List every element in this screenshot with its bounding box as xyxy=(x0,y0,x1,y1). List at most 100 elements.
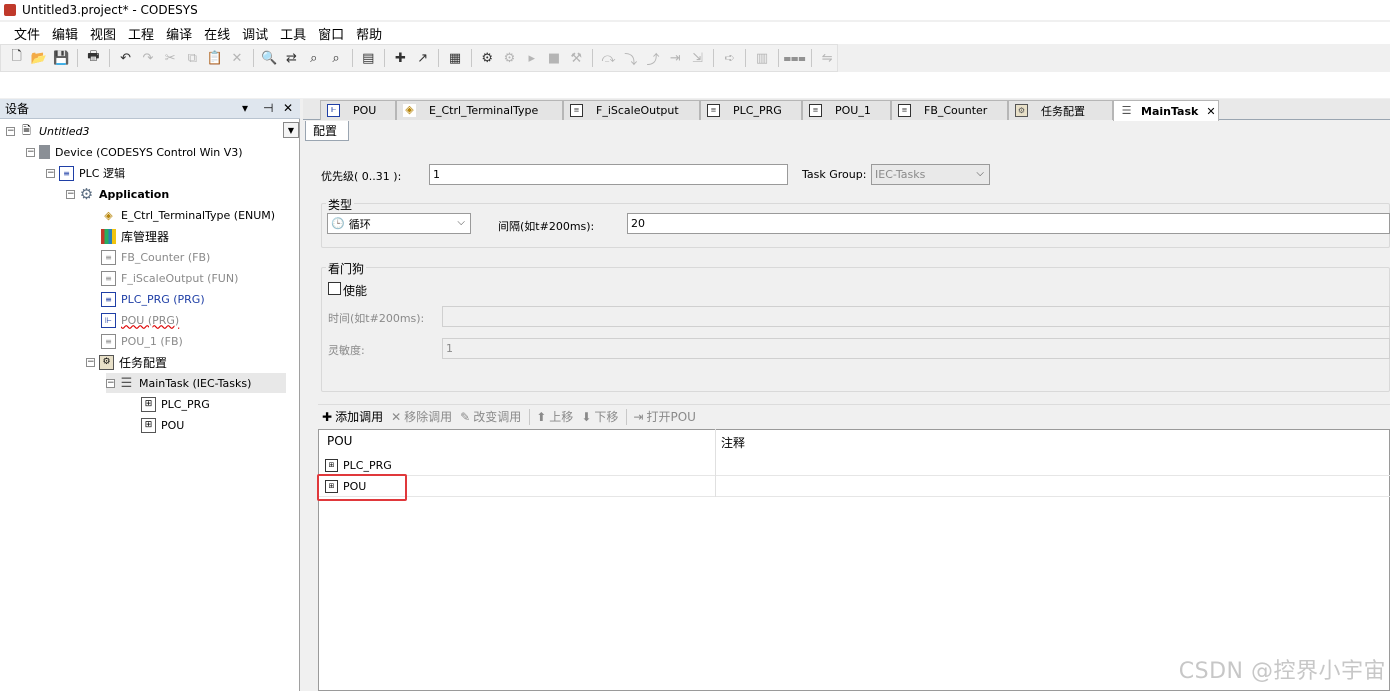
tab-f-iscaleoutput[interactable]: ≡ F_iScaleOutput xyxy=(563,100,700,120)
pin-icon[interactable]: ⊣ xyxy=(263,101,273,115)
tree-node-fb-counter[interactable]: ≡ FB_Counter (FB) xyxy=(101,247,210,267)
tab-pou-1[interactable]: ≡ POU_1 xyxy=(802,100,891,120)
menu-file[interactable]: 文件 xyxy=(8,24,46,43)
flow-control-icon[interactable]: ⇋ xyxy=(818,48,837,68)
cut-icon[interactable]: ✂ xyxy=(161,48,180,68)
menu-edit[interactable]: 编辑 xyxy=(46,24,84,43)
collapse-icon[interactable]: − xyxy=(26,147,35,157)
subtab-config[interactable]: 配置 xyxy=(305,121,349,141)
tab-maintask[interactable]: ☰ MainTask ✕ xyxy=(1113,100,1219,121)
redo-icon[interactable]: ↷ xyxy=(138,48,157,68)
devices-pane-title: 设备 xyxy=(5,102,30,116)
menu-build[interactable]: 编译 xyxy=(160,24,198,43)
add-call-button[interactable]: ✚ 添加调用 xyxy=(322,408,383,425)
pane-dropdown-icon[interactable]: ▾ xyxy=(242,101,248,115)
column-header-pou[interactable]: POU xyxy=(327,434,352,448)
save-icon[interactable]: 💾 xyxy=(52,48,71,68)
program-icon: ≡ xyxy=(101,291,116,307)
undo-icon[interactable]: ↶ xyxy=(116,48,135,68)
find-icon[interactable]: 🔍 xyxy=(260,48,279,68)
delete-icon[interactable]: ✕ xyxy=(227,48,246,68)
tree-node-device[interactable]: − Device (CODESYS Control Win V3) xyxy=(26,142,243,162)
tree-node-library-manager[interactable]: 库管理器 xyxy=(101,226,169,246)
watchdog-enable-checkbox[interactable] xyxy=(328,282,341,295)
collapse-icon[interactable]: − xyxy=(6,126,15,136)
reset-icon[interactable]: ⚒ xyxy=(567,48,586,68)
logout-icon[interactable]: ⚙ xyxy=(500,48,519,68)
build-icon[interactable]: ▦ xyxy=(445,48,464,68)
tree-node-call-plc-prg[interactable]: ⊞ PLC_PRG xyxy=(141,394,210,414)
paste-icon[interactable]: 📋 xyxy=(205,48,224,68)
menu-project[interactable]: 工程 xyxy=(122,24,160,43)
main-toolbar: 🗋 📂 💾 🖶 ↶ ↷ ✂ ⧉ 📋 ✕ 🔍 ⇄ ⌕ ⌕ ▤ ✚ ↗ ▦ ⚙ ⚙ … xyxy=(0,44,838,72)
stop-icon[interactable]: ■ xyxy=(544,48,563,68)
collapse-icon[interactable]: − xyxy=(46,168,55,178)
tree-node-plc-prg[interactable]: ≡ PLC_PRG (PRG) xyxy=(101,289,205,309)
menu-bar: 文件 编辑 视图 工程 编译 在线 调试 工具 窗口 帮助 xyxy=(0,22,1390,44)
tree-node-pou-1[interactable]: ≡ POU_1 (FB) xyxy=(101,331,183,351)
new-project-icon[interactable]: 🗋 xyxy=(7,48,26,68)
tree-node-plc-logic[interactable]: − ≡ PLC 逻辑 xyxy=(46,163,125,183)
sensitivity-input[interactable]: 1 xyxy=(442,338,1390,359)
menu-help[interactable]: 帮助 xyxy=(350,24,388,43)
collapse-icon[interactable]: − xyxy=(106,378,115,388)
tree-dropdown-button[interactable]: ▼ xyxy=(283,122,299,138)
pane-close-icon[interactable]: ✕ xyxy=(283,101,293,115)
copy-icon[interactable]: ⧉ xyxy=(183,48,202,68)
tree-label: FB_Counter (FB) xyxy=(121,250,211,264)
tree-node-enum[interactable]: ◈ E_Ctrl_TerminalType (ENUM) xyxy=(101,205,275,225)
menu-view[interactable]: 视图 xyxy=(84,24,122,43)
table-row[interactable]: ⊞ PLC_PRG xyxy=(319,455,1390,476)
tree-node-maintask[interactable]: − ☰ MainTask (IEC-Tasks) xyxy=(106,373,286,393)
menu-window[interactable]: 窗口 xyxy=(312,24,350,43)
tab-pou[interactable]: ⊩ POU xyxy=(320,100,396,120)
tree-node-pou[interactable]: ⊩ POU (PRG) xyxy=(101,310,179,330)
tree-node-task-config[interactable]: − ⚙ 任务配置 xyxy=(86,352,167,372)
set-next-statement-icon[interactable]: ⇲ xyxy=(688,48,707,68)
menu-tools[interactable]: 工具 xyxy=(274,24,312,43)
toolbar-separator xyxy=(470,49,472,67)
menu-debug[interactable]: 调试 xyxy=(236,24,274,43)
tree-node-call-pou[interactable]: ⊞ POU xyxy=(141,415,184,435)
task-group-select[interactable]: IEC-Tasks ⌵ xyxy=(871,164,990,185)
move-up-button[interactable]: ⬆ 上移 xyxy=(536,408,573,425)
start-icon[interactable]: ▸ xyxy=(522,48,541,68)
change-call-button[interactable]: ✎ 改变调用 xyxy=(460,408,521,425)
interval-input[interactable]: 20 xyxy=(627,213,1390,234)
find-previous-icon[interactable]: ⌕ xyxy=(326,48,345,68)
add-object-icon[interactable]: ✚ xyxy=(391,48,410,68)
task-type-select[interactable]: 🕒 循环 ⌵ xyxy=(327,213,471,234)
tab-fb-counter[interactable]: ≡ FB_Counter xyxy=(891,100,1008,120)
select-all-icon[interactable]: ▤ xyxy=(359,48,378,68)
open-pou-button[interactable]: ⇥ 打开POU xyxy=(633,408,696,425)
step-over-icon[interactable]: ⤼ xyxy=(599,48,618,68)
tree-node-application[interactable]: − ⚙ Application xyxy=(66,184,169,204)
table-row[interactable]: ⊞ POU xyxy=(319,476,1390,497)
tab-e-ctrl-terminaltype[interactable]: ◈ E_Ctrl_TerminalType xyxy=(396,100,563,120)
step-into-icon[interactable]: ⤵ xyxy=(621,48,640,68)
tree-node-project[interactable]: − 🗎 Untitled3 xyxy=(6,121,90,141)
breakpoint-icon[interactable]: ⩶ xyxy=(784,48,806,68)
collapse-icon[interactable]: − xyxy=(66,189,75,199)
replace-icon[interactable]: ⇄ xyxy=(282,48,301,68)
find-next-icon[interactable]: ⌕ xyxy=(304,48,323,68)
collapse-icon[interactable]: − xyxy=(86,357,95,367)
tab-close-icon[interactable]: ✕ xyxy=(1206,105,1215,118)
tree-node-f-iscaleoutput[interactable]: ≡ F_iScaleOutput (FUN) xyxy=(101,268,238,288)
open-object-icon[interactable]: ↗ xyxy=(413,48,432,68)
priority-input[interactable]: 1 xyxy=(429,164,788,185)
login-icon[interactable]: ⚙ xyxy=(478,48,497,68)
print-icon[interactable]: 🖶 xyxy=(84,48,103,68)
remove-call-button[interactable]: ✕ 移除调用 xyxy=(391,408,452,425)
tab-task-config[interactable]: ⚙ 任务配置 xyxy=(1008,100,1113,120)
step-out-icon[interactable]: ⤴ xyxy=(643,48,662,68)
run-to-cursor-icon[interactable]: ⇥ xyxy=(666,48,685,68)
write-values-icon[interactable]: ▥ xyxy=(752,48,771,68)
watchdog-time-input[interactable] xyxy=(442,306,1390,327)
tab-plc-prg[interactable]: ≡ PLC_PRG xyxy=(700,100,802,120)
move-down-button[interactable]: ⬇ 下移 xyxy=(581,408,618,425)
open-project-icon[interactable]: 📂 xyxy=(29,48,48,68)
show-next-statement-icon[interactable]: ➪ xyxy=(720,48,739,68)
menu-online[interactable]: 在线 xyxy=(198,24,236,43)
column-header-comment[interactable]: 注释 xyxy=(721,434,745,451)
